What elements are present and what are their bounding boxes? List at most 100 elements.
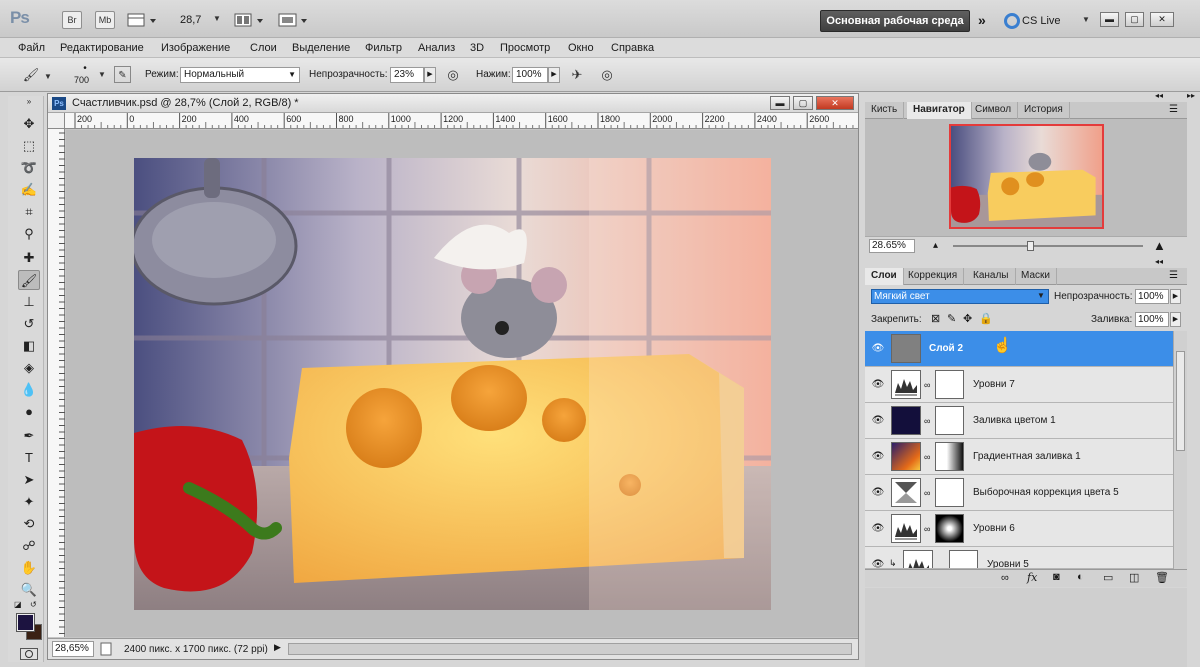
lock-transparency-icon[interactable]: ⊠ <box>931 312 940 325</box>
eye-icon[interactable]: 👁 <box>871 522 885 536</box>
panel-menu-icon[interactable]: ☰ <box>1169 270 1178 281</box>
dodge-tool-icon[interactable]: ● <box>18 402 40 422</box>
chevron-down-icon[interactable]: ▼ <box>44 72 52 81</box>
menu-help[interactable]: Справка <box>611 41 654 55</box>
tab-layers[interactable]: Слои <box>865 268 904 285</box>
slider-thumb[interactable] <box>1027 241 1034 251</box>
adjustment-layer-icon[interactable]: ◐ <box>1077 571 1084 583</box>
flow-input[interactable]: 100% <box>512 67 548 83</box>
3d-orbit-tool-icon[interactable]: ☍ <box>18 536 40 556</box>
tab-character[interactable]: Символ <box>969 102 1019 119</box>
new-layer-icon[interactable]: ◫ <box>1129 571 1139 584</box>
lock-all-icon[interactable]: 🔒 <box>979 312 993 325</box>
fill-input[interactable]: 100% <box>1135 312 1169 327</box>
fill-arrow[interactable]: ▶ <box>1170 312 1181 327</box>
new-group-icon[interactable]: ▭ <box>1103 571 1113 584</box>
status-zoom-input[interactable]: 28,65% <box>52 641 94 657</box>
flow-slider-button[interactable]: ▶ <box>548 67 560 83</box>
layer-row-solid-fill-1[interactable]: 👁 ∞ Заливка цветом 1 <box>865 403 1173 439</box>
horizontal-scrollbar[interactable] <box>288 643 852 655</box>
eye-icon[interactable]: 👁 <box>871 378 885 392</box>
maximize-button[interactable]: ▢ <box>1125 12 1144 27</box>
path-selection-tool-icon[interactable]: ➤ <box>18 470 40 490</box>
minimize-button[interactable]: ▬ <box>1100 12 1119 27</box>
bridge-button[interactable]: Br <box>62 11 82 29</box>
doc-minimize-button[interactable]: ▬ <box>770 96 790 110</box>
navigator-zoom-slider[interactable] <box>953 245 1143 247</box>
lock-position-icon[interactable]: ✥ <box>963 312 972 325</box>
scroll-thumb[interactable] <box>1176 351 1185 451</box>
mini-bridge-button[interactable]: Mb <box>95 11 115 29</box>
doc-restore-button[interactable]: ▢ <box>793 96 813 110</box>
add-mask-icon[interactable]: ◙ <box>1053 571 1060 583</box>
menu-layers[interactable]: Слои <box>250 41 277 55</box>
chevron-down-icon[interactable]: ▼ <box>1037 291 1045 300</box>
brush-tool-icon[interactable]: 🖌 <box>18 270 40 290</box>
navigator-zoom-input[interactable]: 28.65% <box>869 239 915 253</box>
document-tab[interactable]: Ps Счастливчик.psd @ 28,7% (Слой 2, RGB/… <box>48 94 858 113</box>
3d-rotate-tool-icon[interactable]: ⟲ <box>18 514 40 534</box>
quick-mask-icon[interactable] <box>20 648 38 660</box>
chain-link-icon[interactable]: ∞ <box>924 416 930 426</box>
lock-pixels-icon[interactable]: ✎ <box>947 312 956 325</box>
layer-mask-thumbnail[interactable] <box>935 442 964 471</box>
chain-link-icon[interactable]: ∞ <box>924 380 930 390</box>
opacity-input[interactable]: 23% <box>390 67 424 83</box>
layer-row-levels-7[interactable]: 👁 ∞ Уровни 7 <box>865 367 1173 403</box>
tablet-size-icon[interactable]: ◎ <box>598 66 616 84</box>
layer-mask-thumbnail[interactable] <box>935 370 964 399</box>
toolbox-collapse-icon[interactable]: » <box>18 98 40 106</box>
layer-mask-thumbnail[interactable] <box>935 514 964 543</box>
menu-filter[interactable]: Фильтр <box>365 41 402 55</box>
brush-tip-icon[interactable]: • <box>78 63 92 74</box>
zoom-level[interactable]: 28,7 <box>180 12 210 28</box>
tab-history[interactable]: История <box>1018 102 1070 119</box>
close-button[interactable]: ✕ <box>1150 12 1174 27</box>
brush-size[interactable]: 700 <box>74 75 89 85</box>
opacity-slider-button[interactable]: ▶ <box>424 67 436 83</box>
lasso-tool-icon[interactable]: ➰ <box>18 158 40 178</box>
eye-icon[interactable]: 👁 <box>871 414 885 428</box>
history-brush-tool-icon[interactable]: ↺ <box>18 314 40 334</box>
eye-icon[interactable]: 👁 <box>871 558 885 568</box>
collapse-panels-icon[interactable]: ◂◂ <box>1155 257 1163 266</box>
move-tool-icon[interactable]: ✥ <box>18 114 40 134</box>
chain-link-icon[interactable]: ∞ <box>924 452 930 462</box>
crop-tool-icon[interactable]: ⌗ <box>18 202 40 222</box>
type-tool-icon[interactable]: T <box>18 448 40 468</box>
layer-row-selective-color-5[interactable]: 👁 ∞ Выборочная коррекция цвета 5 <box>865 475 1173 511</box>
swap-colors-icon[interactable]: ↺ <box>30 600 40 610</box>
arrange-documents-button[interactable] <box>234 11 268 29</box>
hand-tool-icon[interactable]: ✋ <box>18 558 40 578</box>
menu-file[interactable]: Файл <box>18 41 45 55</box>
screen-mode-button[interactable] <box>278 11 312 29</box>
zoom-in-icon[interactable]: ▲ <box>1153 238 1166 253</box>
eraser-tool-icon[interactable]: ◧ <box>18 336 40 356</box>
link-layers-icon[interactable]: ∞ <box>1001 572 1009 584</box>
layer-row-levels-6[interactable]: 👁 ∞ Уровни 6 <box>865 511 1173 547</box>
ruler-origin[interactable] <box>48 113 65 129</box>
quick-selection-tool-icon[interactable]: ✍ <box>18 180 40 200</box>
more-workspaces-icon[interactable]: » <box>978 12 998 28</box>
chevron-down-icon[interactable]: ▼ <box>1082 15 1090 24</box>
status-menu-arrow-icon[interactable]: ▶ <box>274 642 281 653</box>
menu-select[interactable]: Выделение <box>292 41 350 55</box>
tab-navigator[interactable]: Навигатор <box>907 102 972 119</box>
layer-row-levels-5[interactable]: 👁 ↳ Уровни 5 <box>865 547 1173 569</box>
menu-edit[interactable]: Редактирование <box>60 41 144 55</box>
menu-3d[interactable]: 3D <box>470 41 484 55</box>
tab-masks[interactable]: Маски <box>1015 268 1057 285</box>
collapse-panels-icon[interactable]: ◂◂ <box>1155 91 1163 100</box>
layer-opacity-arrow[interactable]: ▶ <box>1170 289 1181 304</box>
blur-tool-icon[interactable]: 💧 <box>18 380 40 400</box>
tab-adjustments[interactable]: Коррекция <box>902 268 965 285</box>
eye-icon[interactable]: 👁 <box>871 450 885 464</box>
blend-mode-select[interactable]: Нормальный ▼ <box>180 67 300 83</box>
eyedropper-tool-icon[interactable]: ⚲ <box>18 224 40 244</box>
layer-mask-thumbnail[interactable] <box>949 550 978 568</box>
layer-row-sloy-2[interactable]: 👁 Слой 2 ☝ <box>865 331 1173 367</box>
foreground-color-swatch[interactable] <box>16 613 35 632</box>
expand-panels-icon[interactable]: ▸▸ <box>1187 91 1195 100</box>
doc-close-button[interactable]: ✕ <box>816 96 854 110</box>
fx-icon[interactable]: fx <box>1027 571 1037 584</box>
